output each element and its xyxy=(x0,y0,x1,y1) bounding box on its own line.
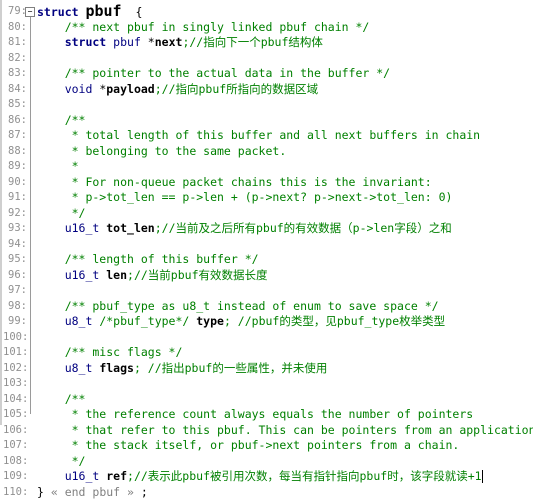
code-text: /** pointer to the actual data in the bu… xyxy=(37,66,390,82)
code-line[interactable]: 103: xyxy=(0,376,533,392)
code-line[interactable]: 89: * xyxy=(0,159,533,175)
code-text: */ xyxy=(37,454,85,470)
code-line[interactable]: 100: xyxy=(0,330,533,346)
code-text: */ xyxy=(37,206,85,222)
code-text: } « end pbuf » ; xyxy=(37,485,148,500)
code-text: /** xyxy=(37,113,85,129)
line-number: 101: xyxy=(3,345,27,361)
fold-toggle-icon[interactable]: − xyxy=(25,7,35,17)
code-text: /** length of this buffer */ xyxy=(37,252,259,268)
line-number: 97: xyxy=(3,283,27,299)
line-number: 92: xyxy=(3,206,27,222)
line-number: 94: xyxy=(3,237,27,253)
code-text: u8_t /*pbuf_type*/ type; //pbuf的类型，见pbuf… xyxy=(37,314,445,330)
code-line[interactable]: 94: xyxy=(0,237,533,253)
code-text: * the reference count always equals the … xyxy=(37,407,473,423)
line-number: 91: xyxy=(3,190,27,206)
code-line[interactable]: 108: */ xyxy=(0,454,533,470)
code-line[interactable]: 98: /** pbuf_type as u8_t instead of enu… xyxy=(0,299,533,315)
line-number: 84: xyxy=(3,82,27,98)
code-text: void *payload;//指向pbuf所指向的数据区域 xyxy=(37,82,318,98)
code-line[interactable]: 79:−struct pbuf { xyxy=(0,4,533,20)
code-line[interactable]: 84: void *payload;//指向pbuf所指向的数据区域 xyxy=(0,82,533,98)
code-text: * p->tot_len == p->len + (p->next? p->ne… xyxy=(37,190,452,206)
code-line[interactable]: 83: /** pointer to the actual data in th… xyxy=(0,66,533,82)
line-number: 110: xyxy=(3,485,27,500)
code-line[interactable]: 107: * the stack itself, or pbuf->next p… xyxy=(0,438,533,454)
line-number: 99: xyxy=(3,314,27,330)
line-number: 79: xyxy=(3,4,27,20)
line-number: 102: xyxy=(3,361,27,377)
code-line[interactable]: 105: * the reference count always equals… xyxy=(0,407,533,423)
code-line[interactable]: 80: /** next pbuf in singly linked pbuf … xyxy=(0,20,533,36)
line-number: 105: xyxy=(3,407,27,423)
code-line[interactable]: 86: /** xyxy=(0,113,533,129)
code-line[interactable]: 88: * belonging to the same packet. xyxy=(0,144,533,160)
code-text: * xyxy=(37,159,79,175)
code-text: u8_t flags; //指出pbuf的一些属性，并未使用 xyxy=(37,361,327,377)
code-line[interactable]: 81: struct pbuf *next;//指向下一个pbuf结构体 xyxy=(0,35,533,51)
line-number: 87: xyxy=(3,128,27,144)
line-number: 89: xyxy=(3,159,27,175)
code-line[interactable]: 95: /** length of this buffer */ xyxy=(0,252,533,268)
code-text: struct pbuf { xyxy=(37,4,142,21)
code-text: /** xyxy=(37,392,85,408)
line-number: 86: xyxy=(3,113,27,129)
code-line[interactable]: 91: * p->tot_len == p->len + (p->next? p… xyxy=(0,190,533,206)
line-number: 82: xyxy=(3,51,27,67)
line-number: 88: xyxy=(3,144,27,160)
code-line[interactable]: 104: /** xyxy=(0,392,533,408)
code-text: /** pbuf_type as u8_t instead of enum to… xyxy=(37,299,439,315)
code-line[interactable]: 99: u8_t /*pbuf_type*/ type; //pbuf的类型，见… xyxy=(0,314,533,330)
code-editor[interactable]: 79:−struct pbuf {80: /** next pbuf in si… xyxy=(0,0,533,425)
code-line[interactable]: 101: /** misc flags */ xyxy=(0,345,533,361)
line-number: 81: xyxy=(3,35,27,51)
code-line[interactable]: 109: u16_t ref;//表示此pbuf被引用次数，每当有指针指向pbu… xyxy=(0,469,533,485)
line-number: 108: xyxy=(3,454,27,470)
line-number: 93: xyxy=(3,221,27,237)
text-cursor xyxy=(482,470,483,483)
code-lines[interactable]: 79:−struct pbuf {80: /** next pbuf in si… xyxy=(0,4,533,500)
code-text: u16_t len;//当前pbuf有效数据长度 xyxy=(37,268,268,284)
line-number: 100: xyxy=(3,330,27,346)
code-line[interactable]: 92: */ xyxy=(0,206,533,222)
code-line[interactable]: 102: u8_t flags; //指出pbuf的一些属性，并未使用 xyxy=(0,361,533,377)
code-line[interactable]: 87: * total length of this buffer and al… xyxy=(0,128,533,144)
code-text: struct pbuf *next;//指向下一个pbuf结构体 xyxy=(37,35,323,51)
code-line[interactable]: 90: * For non-queue packet chains this i… xyxy=(0,175,533,191)
code-text: * belonging to the same packet. xyxy=(37,144,286,160)
code-text: /** misc flags */ xyxy=(37,345,182,361)
code-line[interactable]: 82: xyxy=(0,51,533,67)
code-text: u16_t tot_len;//当前及之后所有pbuf的有效数据（p->len字… xyxy=(37,221,452,237)
line-number: 98: xyxy=(3,299,27,315)
code-text: u16_t ref;//表示此pbuf被引用次数，每当有指针指向pbuf时，该字… xyxy=(37,469,483,485)
code-line[interactable]: 97: xyxy=(0,283,533,299)
code-text: * the stack itself, or pbuf->next pointe… xyxy=(37,438,459,454)
line-number: 80: xyxy=(3,20,27,36)
code-line[interactable]: 110: } « end pbuf » ; xyxy=(0,485,533,500)
line-number: 85: xyxy=(3,97,27,113)
code-line[interactable]: 96: u16_t len;//当前pbuf有效数据长度 xyxy=(0,268,533,284)
code-line[interactable]: 93: u16_t tot_len;//当前及之后所有pbuf的有效数据（p->… xyxy=(0,221,533,237)
line-number: 107: xyxy=(3,438,27,454)
line-number: 95: xyxy=(3,252,27,268)
line-number: 90: xyxy=(3,175,27,191)
code-line[interactable]: 85: xyxy=(0,97,533,113)
code-text: * For non-queue packet chains this is th… xyxy=(37,175,432,191)
code-text: /** next pbuf in singly linked pbuf chai… xyxy=(37,20,369,36)
code-text: * total length of this buffer and all ne… xyxy=(37,128,480,144)
line-number: 83: xyxy=(3,66,27,82)
line-number: 104: xyxy=(3,392,27,408)
line-number: 103: xyxy=(3,376,27,392)
line-number: 109: xyxy=(3,469,27,485)
line-number: 96: xyxy=(3,268,27,284)
